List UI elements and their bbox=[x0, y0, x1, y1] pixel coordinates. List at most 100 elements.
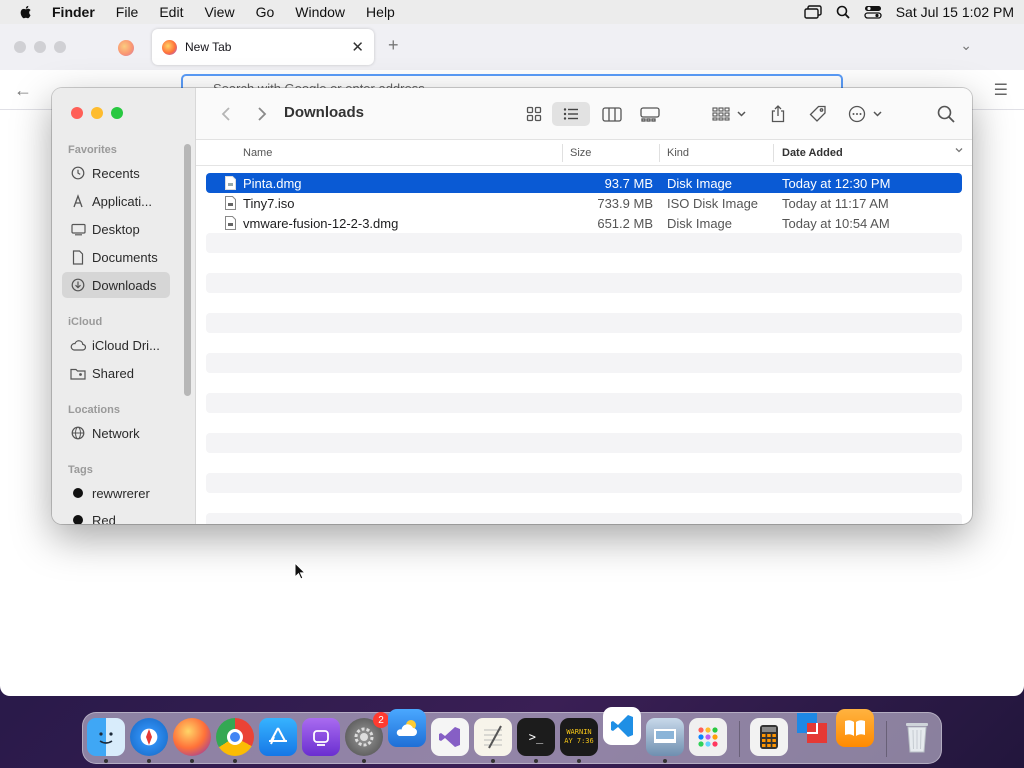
empty-row bbox=[206, 433, 962, 453]
podcasts-app-icon[interactable] bbox=[302, 718, 340, 756]
browser-minimize-button[interactable] bbox=[34, 41, 46, 53]
browser-close-button[interactable] bbox=[14, 41, 26, 53]
running-indicator bbox=[233, 759, 237, 763]
download-icon bbox=[70, 277, 86, 293]
finder-window-controls bbox=[71, 107, 123, 119]
sidebar-item-icloud-drive[interactable]: iCloud Dri... bbox=[62, 332, 170, 358]
iso-file-icon bbox=[225, 196, 236, 210]
close-button[interactable] bbox=[71, 107, 83, 119]
sidebar-tag-red[interactable]: Red bbox=[62, 507, 170, 524]
group-by-menu-icon[interactable] bbox=[710, 102, 750, 126]
preview-icon[interactable] bbox=[646, 718, 684, 756]
forward-chevron-icon[interactable] bbox=[254, 102, 270, 126]
control-center-icon[interactable] bbox=[864, 5, 882, 19]
sidebar-item-applications[interactable]: Applicati... bbox=[62, 188, 170, 214]
column-header: Name Size Kind Date Added bbox=[196, 140, 972, 166]
terminal-icon[interactable]: >_ bbox=[517, 718, 555, 756]
back-arrow-icon[interactable]: ← bbox=[14, 80, 32, 101]
disk-image-file-icon bbox=[225, 176, 236, 190]
browser-tab-bar: New Tab ✕ + ⌄ bbox=[0, 24, 1024, 70]
menu-view[interactable]: View bbox=[204, 4, 234, 20]
menu-file[interactable]: File bbox=[116, 4, 139, 20]
file-list: Pinta.dmg 93.7 MB Disk Image Today at 12… bbox=[206, 173, 962, 524]
app-store-icon[interactable] bbox=[259, 718, 297, 756]
zoom-button[interactable] bbox=[111, 107, 123, 119]
column-separator[interactable] bbox=[773, 144, 774, 162]
browser-zoom-button[interactable] bbox=[54, 41, 66, 53]
trash-icon[interactable] bbox=[898, 718, 936, 756]
file-name: vmware-fusion-12-2-3.dmg bbox=[243, 215, 399, 231]
console-app-icon[interactable]: WARNIN AY 7:36 bbox=[560, 718, 598, 756]
list-view-icon[interactable] bbox=[552, 102, 590, 126]
firefox-view-icon[interactable] bbox=[118, 40, 134, 56]
menu-go[interactable]: Go bbox=[256, 4, 275, 20]
window-title: Downloads bbox=[284, 104, 365, 121]
column-kind-header[interactable]: Kind bbox=[667, 147, 689, 159]
sidebar-item-network[interactable]: Network bbox=[62, 420, 170, 446]
firefox-icon[interactable] bbox=[173, 718, 211, 756]
column-separator[interactable] bbox=[659, 144, 660, 162]
books-icon[interactable] bbox=[836, 709, 874, 747]
column-size-header[interactable]: Size bbox=[570, 147, 591, 159]
app-menu-icon[interactable]: ☰ bbox=[994, 80, 1008, 100]
more-actions-icon[interactable] bbox=[846, 102, 886, 126]
file-row[interactable]: vmware-fusion-12-2-3.dmg 651.2 MB Disk I… bbox=[206, 213, 962, 233]
menu-clock[interactable]: Sat Jul 15 1:02 PM bbox=[896, 4, 1014, 20]
menu-edit[interactable]: Edit bbox=[159, 4, 183, 20]
safari-icon[interactable] bbox=[130, 718, 168, 756]
spotlight-search-icon[interactable] bbox=[836, 5, 850, 19]
icon-view-icon[interactable] bbox=[524, 102, 544, 126]
sidebar-tag-rewwrerer[interactable]: rewwrerer bbox=[62, 480, 170, 506]
running-indicator bbox=[534, 759, 538, 763]
textedit-icon[interactable] bbox=[474, 718, 512, 756]
list-tabs-chevron-icon[interactable]: ⌄ bbox=[960, 37, 972, 54]
calculator-icon[interactable] bbox=[750, 718, 788, 756]
file-row[interactable]: Tiny7.iso 733.9 MB ISO Disk Image Today … bbox=[206, 193, 962, 213]
back-chevron-icon[interactable] bbox=[218, 102, 234, 126]
gallery-view-icon[interactable] bbox=[638, 102, 662, 126]
browser-window-controls bbox=[14, 41, 66, 53]
minimize-button[interactable] bbox=[91, 107, 103, 119]
file-row[interactable]: Pinta.dmg 93.7 MB Disk Image Today at 12… bbox=[206, 173, 962, 193]
empty-row bbox=[206, 513, 962, 524]
apple-logo-icon[interactable] bbox=[18, 4, 34, 20]
sort-chevron-icon[interactable] bbox=[954, 145, 964, 158]
sidebar-item-desktop[interactable]: Desktop bbox=[62, 216, 170, 242]
system-settings-icon[interactable]: 2 bbox=[345, 712, 389, 756]
file-date-added: Today at 12:30 PM bbox=[782, 175, 891, 191]
tag-icon[interactable] bbox=[806, 102, 830, 126]
finder-window: Favorites Recents Applicati... Desktop D… bbox=[52, 88, 972, 524]
column-view-icon[interactable] bbox=[600, 102, 624, 126]
new-tab-button[interactable]: + bbox=[388, 35, 399, 56]
menu-help[interactable]: Help bbox=[366, 4, 395, 20]
share-icon[interactable] bbox=[768, 102, 788, 126]
browser-tab-title: New Tab bbox=[185, 40, 232, 54]
column-separator[interactable] bbox=[562, 144, 563, 162]
chrome-icon[interactable] bbox=[216, 718, 254, 756]
sidebar-scrollbar[interactable] bbox=[184, 144, 191, 396]
vscode-icon[interactable] bbox=[603, 707, 641, 745]
menu-window[interactable]: Window bbox=[295, 4, 345, 20]
screen-mirroring-icon[interactable] bbox=[804, 5, 822, 19]
sidebar-item-downloads[interactable]: Downloads bbox=[62, 272, 170, 298]
finder-icon[interactable] bbox=[87, 718, 125, 756]
sidebar-item-recents[interactable]: Recents bbox=[62, 160, 170, 186]
browser-tab-new-tab[interactable]: New Tab ✕ bbox=[152, 29, 374, 65]
launchpad-icon[interactable] bbox=[689, 718, 727, 756]
menu-app-name[interactable]: Finder bbox=[52, 4, 95, 20]
sidebar-item-shared[interactable]: Shared bbox=[62, 360, 170, 386]
weather-icon[interactable] bbox=[388, 709, 426, 747]
column-name-header[interactable]: Name bbox=[243, 147, 272, 159]
menu-bar: Finder File Edit View Go Window Help Sat… bbox=[0, 0, 1024, 24]
column-date-added-header[interactable]: Date Added bbox=[782, 147, 843, 159]
applications-icon bbox=[70, 193, 86, 209]
sidebar-heading-tags: Tags bbox=[68, 464, 93, 476]
vmware-fusion-icon[interactable] bbox=[793, 709, 831, 747]
close-tab-icon[interactable]: ✕ bbox=[351, 38, 364, 56]
firefox-icon bbox=[162, 39, 177, 55]
sidebar-item-label: Shared bbox=[92, 365, 134, 381]
sidebar-item-label: Downloads bbox=[92, 277, 157, 293]
visual-studio-icon[interactable] bbox=[431, 718, 469, 756]
sidebar-item-documents[interactable]: Documents bbox=[62, 244, 170, 270]
search-icon[interactable] bbox=[934, 102, 958, 126]
